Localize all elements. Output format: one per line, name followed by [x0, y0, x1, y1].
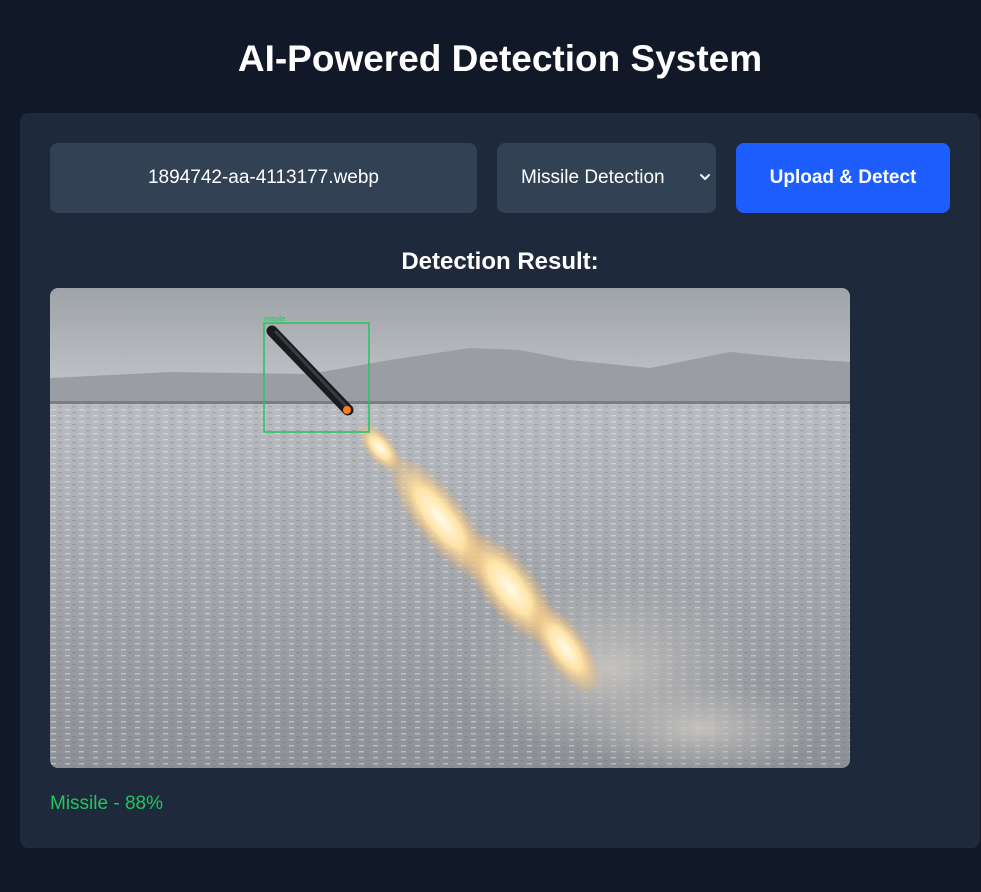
- model-select[interactable]: Missile Detection: [497, 143, 716, 213]
- upload-detect-label: Upload & Detect: [769, 167, 917, 188]
- result-photo: missile: [50, 288, 850, 768]
- detection-result-heading: Detection Result:: [401, 248, 599, 275]
- chevron-down-icon: [700, 174, 710, 180]
- detection-panel: 1894742-aa-4113177.webp Missile Detectio…: [20, 113, 980, 848]
- detection-result-image: missile: [50, 288, 850, 768]
- page-title: AI-Powered Detection System: [237, 38, 763, 79]
- detection-box-label: missile: [264, 316, 285, 323]
- model-select-value: Missile Detection: [521, 167, 665, 188]
- file-input[interactable]: 1894742-aa-4113177.webp: [50, 143, 477, 213]
- file-name: 1894742-aa-4113177.webp: [147, 167, 379, 188]
- detection-summary: Missile - 88%: [50, 793, 163, 814]
- upload-detect-button[interactable]: Upload & Detect: [736, 143, 950, 213]
